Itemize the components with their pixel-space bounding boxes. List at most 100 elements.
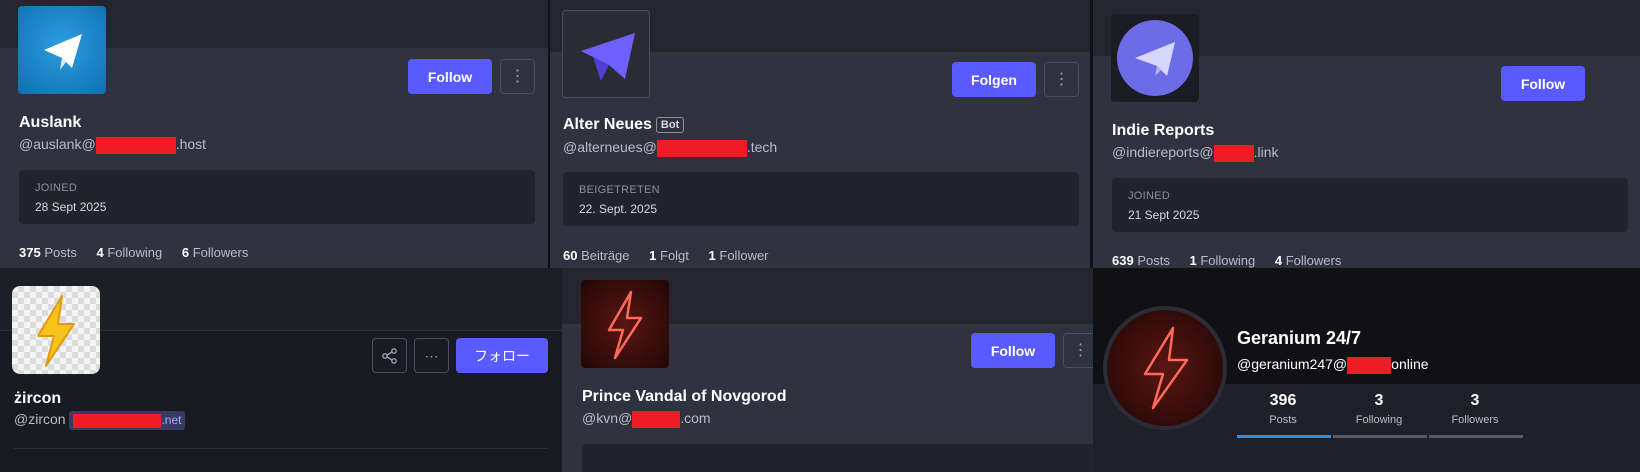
handle-suffix: .com — [680, 410, 711, 426]
posts-count: 396 — [1269, 392, 1297, 409]
display-name: żircon — [14, 390, 62, 407]
profile-stats: 60 Beiträge 1 Folgt 1 Follower — [563, 248, 785, 263]
follow-button[interactable]: Follow — [408, 59, 492, 94]
lightning-bolt-icon — [607, 290, 643, 360]
paper-plane-icon — [44, 34, 82, 70]
following-label: Following — [1355, 414, 1403, 426]
following-stat[interactable]: 1 Following — [1189, 253, 1255, 268]
display-name: Geranium 24/7 — [1237, 328, 1362, 348]
account-handle: @zircon .net — [14, 411, 186, 430]
posts-stat[interactable]: 639 Posts — [1112, 253, 1170, 268]
profile-card-zircon: ⋯ フォロー żircon @zircon .net — [0, 268, 562, 472]
redaction-bar — [73, 413, 162, 428]
follow-button[interactable]: フォロー — [456, 338, 548, 373]
avatar[interactable] — [12, 286, 100, 374]
display-name: Indie Reports — [1112, 122, 1215, 139]
avatar[interactable] — [1111, 14, 1199, 102]
profile-card-auslank: Follow ⋮ Auslank @auslank@ .host JOINED 2… — [0, 0, 548, 268]
avatar[interactable] — [562, 10, 650, 98]
joined-label: JOINED — [35, 182, 78, 194]
paper-plane-icon — [581, 33, 635, 81]
following-stat[interactable]: 1 Folgt — [649, 248, 689, 263]
handle-prefix: @indiereports@ — [1112, 144, 1214, 160]
handle-prefix: @zircon — [14, 411, 66, 428]
tab-indicator — [1429, 435, 1523, 438]
profile-card-indie-reports: Follow Indie Reports @indiereports@ .link… — [1093, 0, 1640, 268]
following-stat[interactable]: 3 Following — [1333, 392, 1425, 426]
following-count: 3 — [1374, 392, 1384, 409]
followers-count: 3 — [1470, 392, 1480, 409]
handle-suffix: .link — [1253, 144, 1279, 160]
joined-info-box — [582, 444, 1093, 472]
redaction-bar — [95, 136, 176, 154]
vertical-ellipsis-icon: ⋮ — [1053, 70, 1070, 88]
more-options-button[interactable]: ⋮ — [1063, 333, 1093, 368]
share-button[interactable] — [372, 338, 407, 373]
paper-plane-icon — [1117, 20, 1193, 96]
joined-label: BEIGETRETEN — [579, 184, 660, 196]
posts-stat[interactable]: 396 Posts — [1237, 392, 1329, 426]
profile-stats: 375 Posts 4 Following 6 Followers — [19, 245, 264, 260]
domain-chip: .net — [69, 411, 186, 430]
account-handle: @alterneues@ .tech — [563, 139, 777, 157]
more-options-button[interactable]: ⋯ — [414, 338, 449, 373]
redaction-bar — [1213, 144, 1254, 162]
followers-stat[interactable]: 1 Follower — [709, 248, 769, 263]
vertical-ellipsis-icon: ⋮ — [1072, 341, 1089, 359]
joined-info-box: JOINED 28 Sept 2025 — [19, 170, 535, 224]
account-handle: @kvn@ .com — [582, 410, 711, 428]
handle-prefix: @kvn@ — [582, 410, 633, 426]
tab-indicator-active — [1237, 435, 1331, 438]
more-options-button[interactable]: ⋮ — [1044, 62, 1079, 97]
follow-button[interactable]: Follow — [971, 333, 1055, 368]
joined-date: 21 Sept 2025 — [1128, 208, 1200, 222]
follow-button[interactable]: Follow — [1501, 66, 1585, 101]
handle-suffix: .net — [161, 413, 182, 427]
bot-badge: Bot — [655, 116, 685, 133]
more-options-button[interactable]: ⋮ — [500, 59, 535, 94]
lightning-bolt-icon — [37, 295, 75, 367]
profile-stats: 639 Posts 1 Following 4 Followers — [1112, 253, 1357, 268]
handle-suffix: .tech — [746, 139, 778, 155]
joined-info-box: BEIGETRETEN 22. Sept. 2025 — [563, 172, 1079, 226]
vertical-ellipsis-icon: ⋮ — [509, 67, 526, 85]
account-handle: @auslank@ .host — [19, 136, 206, 154]
avatar[interactable] — [18, 6, 106, 94]
posts-stat[interactable]: 375 Posts — [19, 245, 77, 260]
profile-card-prince-vandal: Follow ⋮ Prince Vandal of Novgorod @kvn@… — [562, 268, 1093, 472]
handle-suffix: .host — [175, 136, 207, 152]
joined-label: JOINED — [1128, 190, 1171, 202]
account-handle: @geranium247@ online — [1237, 356, 1429, 374]
following-stat[interactable]: 4 Following — [96, 245, 162, 260]
posts-label: Posts — [1269, 414, 1297, 426]
share-icon — [381, 347, 397, 364]
followers-stat[interactable]: 3 Followers — [1429, 392, 1521, 426]
account-handle: @indiereports@ .link — [1112, 144, 1278, 162]
follow-button[interactable]: Folgen — [952, 62, 1036, 97]
followers-label: Followers — [1451, 414, 1499, 426]
display-name: Auslank — [19, 114, 82, 131]
joined-info-box: JOINED 21 Sept 2025 — [1112, 178, 1628, 232]
profile-card-alter-neues: Folgen ⋮ Alter Neues Bot @alterneues@ .tec… — [550, 0, 1090, 268]
section-divider — [14, 448, 548, 449]
joined-date: 28 Sept 2025 — [35, 200, 107, 214]
redaction-bar — [656, 139, 747, 157]
redaction-bar — [1347, 356, 1392, 374]
horizontal-ellipsis-icon: ⋯ — [424, 347, 439, 364]
posts-stat[interactable]: 60 Beiträge — [563, 248, 630, 263]
handle-prefix: @geranium247@ — [1237, 356, 1348, 372]
handle-suffix: online — [1391, 356, 1429, 372]
joined-date: 22. Sept. 2025 — [579, 202, 658, 216]
avatar[interactable] — [1103, 306, 1227, 430]
avatar[interactable] — [581, 280, 669, 368]
followers-stat[interactable]: 6 Followers — [182, 245, 248, 260]
display-name: Prince Vandal of Novgorod — [582, 388, 787, 405]
tab-indicator — [1333, 435, 1427, 438]
followers-stat[interactable]: 4 Followers — [1275, 253, 1341, 268]
display-name: Alter Neues Bot — [563, 116, 685, 134]
handle-prefix: @alterneues@ — [563, 139, 657, 155]
handle-prefix: @auslank@ — [19, 136, 96, 152]
display-name-text: Alter Neues — [563, 116, 652, 133]
redaction-bar — [632, 410, 681, 428]
lightning-bolt-icon — [1143, 326, 1189, 410]
